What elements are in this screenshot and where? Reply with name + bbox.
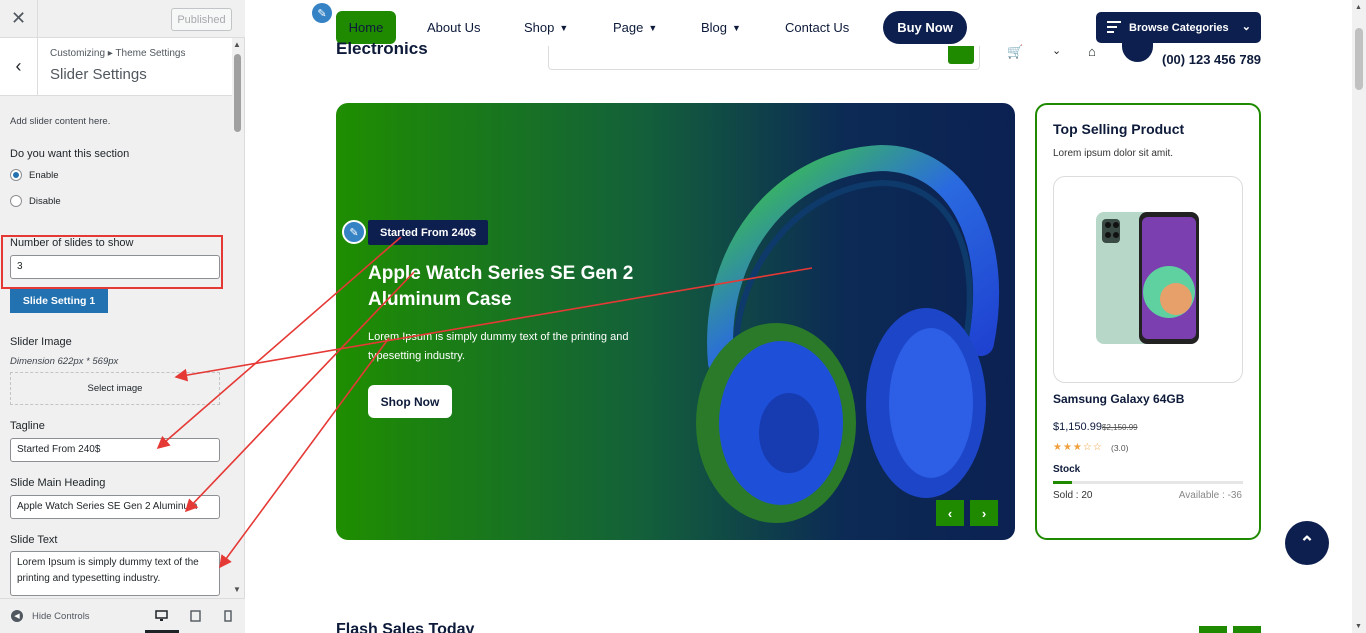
shop-now-button[interactable]: Shop Now	[368, 385, 452, 418]
edit-shortcut-icon[interactable]: ✎	[342, 220, 366, 244]
nav-page[interactable]: Page ▼	[613, 11, 657, 44]
nav-page-label: Page	[613, 20, 644, 35]
flash-prev-button[interactable]	[1199, 626, 1227, 633]
heading-input[interactable]: Apple Watch Series SE Gen 2 Aluminum	[10, 495, 220, 519]
panel-scroll-thumb[interactable]	[234, 54, 241, 132]
top-selling-card: Top Selling Product Lorem ipsum dolor si…	[1035, 103, 1261, 540]
top-selling-title: Top Selling Product	[1053, 121, 1185, 137]
rating-text: (3.0)	[1111, 443, 1129, 453]
nav-shop-label: Shop	[524, 20, 555, 35]
scroll-up-icon[interactable]: ▲	[1355, 4, 1362, 11]
select-image-button[interactable]: Select image	[10, 372, 220, 405]
slide-setting-tab[interactable]: Slide Setting 1	[10, 289, 108, 313]
product-old-price: $2,150.99	[1102, 423, 1138, 432]
scroll-up-icon[interactable]: ▲	[233, 40, 241, 49]
search-input[interactable]	[548, 46, 980, 70]
nav-blog[interactable]: Blog ▼	[701, 11, 741, 44]
chevron-down-icon: ▼	[559, 22, 569, 33]
scroll-to-top-button[interactable]: ⌃	[1285, 521, 1329, 565]
slider-next-button[interactable]: ›	[970, 500, 998, 526]
chevron-down-icon: ▼	[648, 22, 658, 33]
hide-controls-label[interactable]: Hide Controls	[32, 611, 90, 622]
nav-shop[interactable]: Shop ▼	[524, 11, 568, 44]
tagline-label: Tagline	[10, 420, 45, 432]
search-button[interactable]	[948, 46, 974, 64]
nav-about[interactable]: About Us	[427, 11, 480, 44]
slider-image-label: Slider Image	[10, 336, 72, 348]
product-price: $1,150.99	[1053, 421, 1102, 433]
nav-blog-label: Blog	[701, 20, 728, 35]
published-button[interactable]: Published	[171, 8, 232, 31]
menu-icon	[1107, 21, 1121, 33]
back-arrow-icon[interactable]: ‹	[0, 38, 38, 95]
section-header: ‹ Customizing ▸ Theme Settings Slider Se…	[0, 38, 232, 96]
slider-prev-button[interactable]: ‹	[936, 500, 964, 526]
headphones-image	[696, 144, 1000, 523]
rating-stars: ★★★☆☆	[1053, 442, 1103, 453]
tablet-preview-icon[interactable]	[187, 608, 203, 624]
flash-next-button[interactable]	[1233, 626, 1261, 633]
enable-label[interactable]: Enable	[29, 170, 59, 181]
hero-text: Lorem Ipsum is simply dummy text of the …	[368, 331, 629, 362]
phone-icon	[1122, 40, 1153, 62]
window-scrollbar[interactable]	[1352, 0, 1366, 633]
close-icon[interactable]: ✕	[0, 0, 38, 37]
window-scroll-thumb[interactable]	[1355, 28, 1363, 90]
site-logo[interactable]: Electronics	[336, 42, 428, 60]
chevron-down-icon[interactable]: ⌄	[1052, 44, 1061, 57]
intro-text: Add slider content here.	[10, 116, 111, 127]
edit-shortcut-icon[interactable]: ✎	[312, 3, 332, 23]
chevron-down-icon: ⌄	[1241, 21, 1251, 33]
buy-now-button[interactable]: Buy Now	[883, 11, 967, 44]
phone-number: (00) 123 456 789	[1162, 52, 1262, 67]
nav-home[interactable]: Home	[336, 11, 396, 44]
product-image[interactable]	[1053, 176, 1243, 383]
nav-contact[interactable]: Contact Us	[785, 11, 849, 44]
user-icon[interactable]: ⌂	[1088, 44, 1096, 59]
sold-count: Sold : 20	[1053, 490, 1093, 501]
slides-count-label: Number of slides to show	[10, 237, 134, 249]
disable-label[interactable]: Disable	[29, 196, 61, 207]
hide-controls-icon[interactable]: ◀	[11, 610, 23, 622]
slide-text-label: Slide Text	[10, 534, 58, 546]
slides-count-input[interactable]: 3	[10, 255, 220, 279]
stock-bar-fill	[1053, 481, 1072, 484]
heading-label: Slide Main Heading	[10, 477, 106, 489]
scroll-down-icon[interactable]: ▼	[233, 585, 241, 594]
breadcrumb: Customizing ▸ Theme Settings	[50, 48, 186, 59]
product-name[interactable]: Samsung Galaxy 64GB	[1053, 392, 1184, 406]
disable-radio[interactable]	[10, 195, 22, 207]
browse-categories-button[interactable]: Browse Categories ⌄	[1096, 12, 1261, 43]
dimension-note: Dimension 622px * 569px	[10, 356, 119, 367]
slide-text-textarea[interactable]: Lorem Ipsum is simply dummy text of the …	[10, 551, 220, 596]
scroll-down-icon[interactable]: ▼	[1355, 623, 1362, 630]
desktop-preview-icon[interactable]	[153, 608, 169, 624]
stock-label: Stock	[1053, 464, 1081, 475]
section-title: Slider Settings	[50, 66, 147, 83]
cart-icon[interactable]: 🛒	[1007, 44, 1023, 60]
browse-categories-label: Browse Categories	[1129, 21, 1229, 34]
customizer-panel: ✕ Published ‹ Customizing ▸ Theme Settin…	[0, 0, 245, 633]
mobile-preview-icon[interactable]	[220, 608, 236, 624]
customizer-footer: ◀ Hide Controls	[0, 598, 245, 633]
hero-slider: ✎ Started From 240$ Apple Watch Series S…	[336, 103, 1015, 540]
hero-tagline: Started From 240$	[368, 220, 488, 245]
section-question: Do you want this section	[10, 148, 130, 160]
top-selling-subtitle: Lorem ipsum dolor sit amit.	[1053, 148, 1174, 159]
site-preview: ✎ Home About Us Shop ▼ Page ▼ Blog ▼ Contac…	[245, 0, 1352, 633]
chevron-down-icon: ▼	[732, 22, 741, 33]
stock-bar	[1053, 481, 1243, 484]
tagline-input[interactable]: Started From 240$	[10, 438, 220, 462]
customizer-header: ✕ Published	[0, 0, 245, 38]
available-count: Available : -36	[1178, 490, 1242, 501]
hero-heading: Apple Watch Series SE Gen 2 Aluminum Cas…	[368, 263, 634, 310]
enable-radio[interactable]	[10, 169, 22, 181]
flash-sales-title: Flash Sales Today	[336, 621, 475, 633]
